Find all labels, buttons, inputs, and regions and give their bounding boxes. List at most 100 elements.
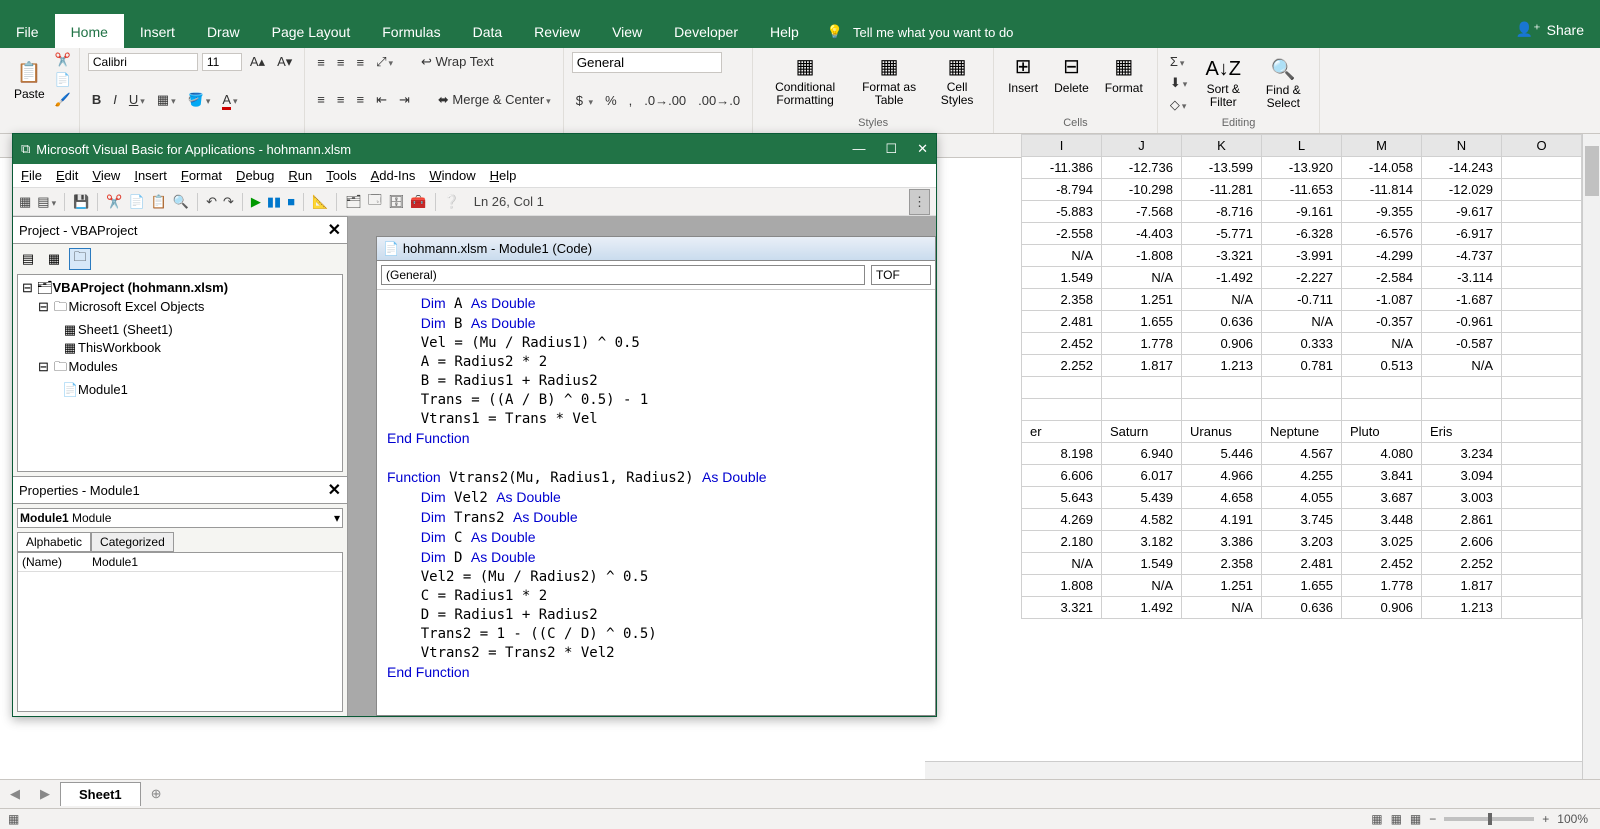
cell[interactable]: 3.025: [1342, 531, 1422, 553]
ribbon-tab-view[interactable]: View: [596, 14, 658, 48]
cell[interactable]: -11.653: [1262, 179, 1342, 201]
cell[interactable]: N/A: [1182, 289, 1262, 311]
increase-indent-icon[interactable]: ⇥: [395, 90, 414, 110]
cell[interactable]: [1502, 509, 1582, 531]
undo-icon[interactable]: ↶: [206, 194, 217, 210]
cell[interactable]: [1422, 399, 1502, 421]
align-left-icon[interactable]: ≡: [313, 90, 329, 109]
align-bottom-icon[interactable]: ≡: [352, 53, 368, 72]
ribbon-tab-review[interactable]: Review: [518, 14, 596, 48]
cell[interactable]: -1.808: [1102, 245, 1182, 267]
cell[interactable]: [1342, 377, 1422, 399]
cell[interactable]: 1.655: [1262, 575, 1342, 597]
cell[interactable]: [1102, 377, 1182, 399]
cell[interactable]: [1502, 355, 1582, 377]
cell[interactable]: 3.687: [1342, 487, 1422, 509]
align-center-icon[interactable]: ≡: [333, 90, 349, 109]
share-button[interactable]: 👤⁺ Share: [1500, 11, 1600, 48]
find-icon[interactable]: 🔍: [173, 194, 189, 210]
tree-sheet1[interactable]: Sheet1 (Sheet1): [78, 322, 173, 337]
run-icon[interactable]: ▶: [251, 194, 261, 210]
cell[interactable]: 5.446: [1182, 443, 1262, 465]
cell[interactable]: 4.567: [1262, 443, 1342, 465]
cell[interactable]: 2.180: [1022, 531, 1102, 553]
cell[interactable]: [1502, 553, 1582, 575]
cell[interactable]: 0.513: [1342, 355, 1422, 377]
cell[interactable]: [1502, 223, 1582, 245]
code-editor[interactable]: Dim A As Double Dim B As Double Vel = (M…: [377, 289, 935, 707]
comma-icon[interactable]: ,: [625, 91, 637, 110]
tree-module1[interactable]: Module1: [78, 382, 128, 397]
cell[interactable]: 4.055: [1262, 487, 1342, 509]
cell[interactable]: -12.736: [1102, 157, 1182, 179]
cell[interactable]: -6.576: [1342, 223, 1422, 245]
cell[interactable]: -12.029: [1422, 179, 1502, 201]
toolbar-grip-icon[interactable]: ⋮: [909, 189, 930, 215]
cell[interactable]: [1102, 399, 1182, 421]
worksheet-grid[interactable]: IJKLMNO-11.386-12.736-13.599-13.920-14.0…: [1021, 134, 1582, 619]
tree-modules[interactable]: Modules: [69, 359, 118, 374]
align-top-icon[interactable]: ≡: [313, 53, 329, 72]
macro-record-icon[interactable]: ▦: [0, 812, 19, 826]
cell[interactable]: [1502, 399, 1582, 421]
cell[interactable]: 3.448: [1342, 509, 1422, 531]
bold-button[interactable]: B: [88, 90, 105, 109]
cell[interactable]: -11.814: [1342, 179, 1422, 201]
fill-icon[interactable]: ⬇▾: [1166, 73, 1191, 93]
cell[interactable]: N/A: [1102, 575, 1182, 597]
page-layout-view-icon[interactable]: ▦: [1391, 812, 1402, 826]
align-middle-icon[interactable]: ≡: [333, 53, 349, 72]
vba-menu-edit[interactable]: Edit: [56, 168, 78, 183]
cell[interactable]: -5.771: [1182, 223, 1262, 245]
merge-center-button[interactable]: ⬌ Merge & Center▾: [434, 90, 555, 110]
cell[interactable]: [1502, 267, 1582, 289]
vba-menu-format[interactable]: Format: [181, 168, 222, 183]
cell[interactable]: 2.252: [1422, 553, 1502, 575]
cell[interactable]: [1182, 377, 1262, 399]
italic-button[interactable]: I: [109, 90, 121, 109]
ribbon-tab-help[interactable]: Help: [754, 14, 815, 48]
zoom-in-icon[interactable]: +: [1542, 812, 1549, 826]
cell[interactable]: -2.227: [1262, 267, 1342, 289]
zoom-out-icon[interactable]: −: [1429, 812, 1436, 826]
cell[interactable]: -2.558: [1022, 223, 1102, 245]
cell[interactable]: [1502, 443, 1582, 465]
cell[interactable]: -4.737: [1422, 245, 1502, 267]
tree-excel-objects[interactable]: Microsoft Excel Objects: [69, 299, 205, 314]
cell[interactable]: N/A: [1182, 597, 1262, 619]
vba-menu-run[interactable]: Run: [288, 168, 312, 183]
ribbon-tab-developer[interactable]: Developer: [658, 14, 754, 48]
cell[interactable]: Pluto: [1342, 421, 1422, 443]
cell[interactable]: -9.355: [1342, 201, 1422, 223]
cell[interactable]: [1502, 201, 1582, 223]
vba-title-bar[interactable]: ⧉ Microsoft Visual Basic for Application…: [13, 134, 936, 164]
zoom-level[interactable]: 100%: [1557, 812, 1588, 826]
minimize-icon[interactable]: ―: [852, 141, 865, 157]
page-break-view-icon[interactable]: ▦: [1410, 812, 1421, 826]
cell[interactable]: 3.182: [1102, 531, 1182, 553]
increase-decimal-icon[interactable]: .0→.00: [640, 91, 690, 110]
cell[interactable]: 5.439: [1102, 487, 1182, 509]
cell[interactable]: -6.917: [1422, 223, 1502, 245]
increase-font-icon[interactable]: A▴: [246, 52, 269, 72]
cell[interactable]: [1262, 399, 1342, 421]
cell[interactable]: 4.191: [1182, 509, 1262, 531]
cell[interactable]: 1.492: [1102, 597, 1182, 619]
design-mode-icon[interactable]: 📐: [312, 194, 328, 210]
cell[interactable]: 3.745: [1262, 509, 1342, 531]
cell[interactable]: -7.568: [1102, 201, 1182, 223]
cell[interactable]: 0.906: [1182, 333, 1262, 355]
vba-menu-window[interactable]: Window: [429, 168, 475, 183]
redo-icon[interactable]: ↷: [223, 194, 234, 210]
cell[interactable]: -9.617: [1422, 201, 1502, 223]
cell[interactable]: 0.781: [1262, 355, 1342, 377]
cell[interactable]: -14.058: [1342, 157, 1422, 179]
cell[interactable]: 1.778: [1342, 575, 1422, 597]
cell[interactable]: -3.321: [1182, 245, 1262, 267]
cell[interactable]: 0.333: [1262, 333, 1342, 355]
cell[interactable]: -6.328: [1262, 223, 1342, 245]
cell[interactable]: [1502, 531, 1582, 553]
ribbon-tab-data[interactable]: Data: [457, 14, 519, 48]
prop-name-value[interactable]: Module1: [88, 553, 342, 571]
cell[interactable]: -0.587: [1422, 333, 1502, 355]
